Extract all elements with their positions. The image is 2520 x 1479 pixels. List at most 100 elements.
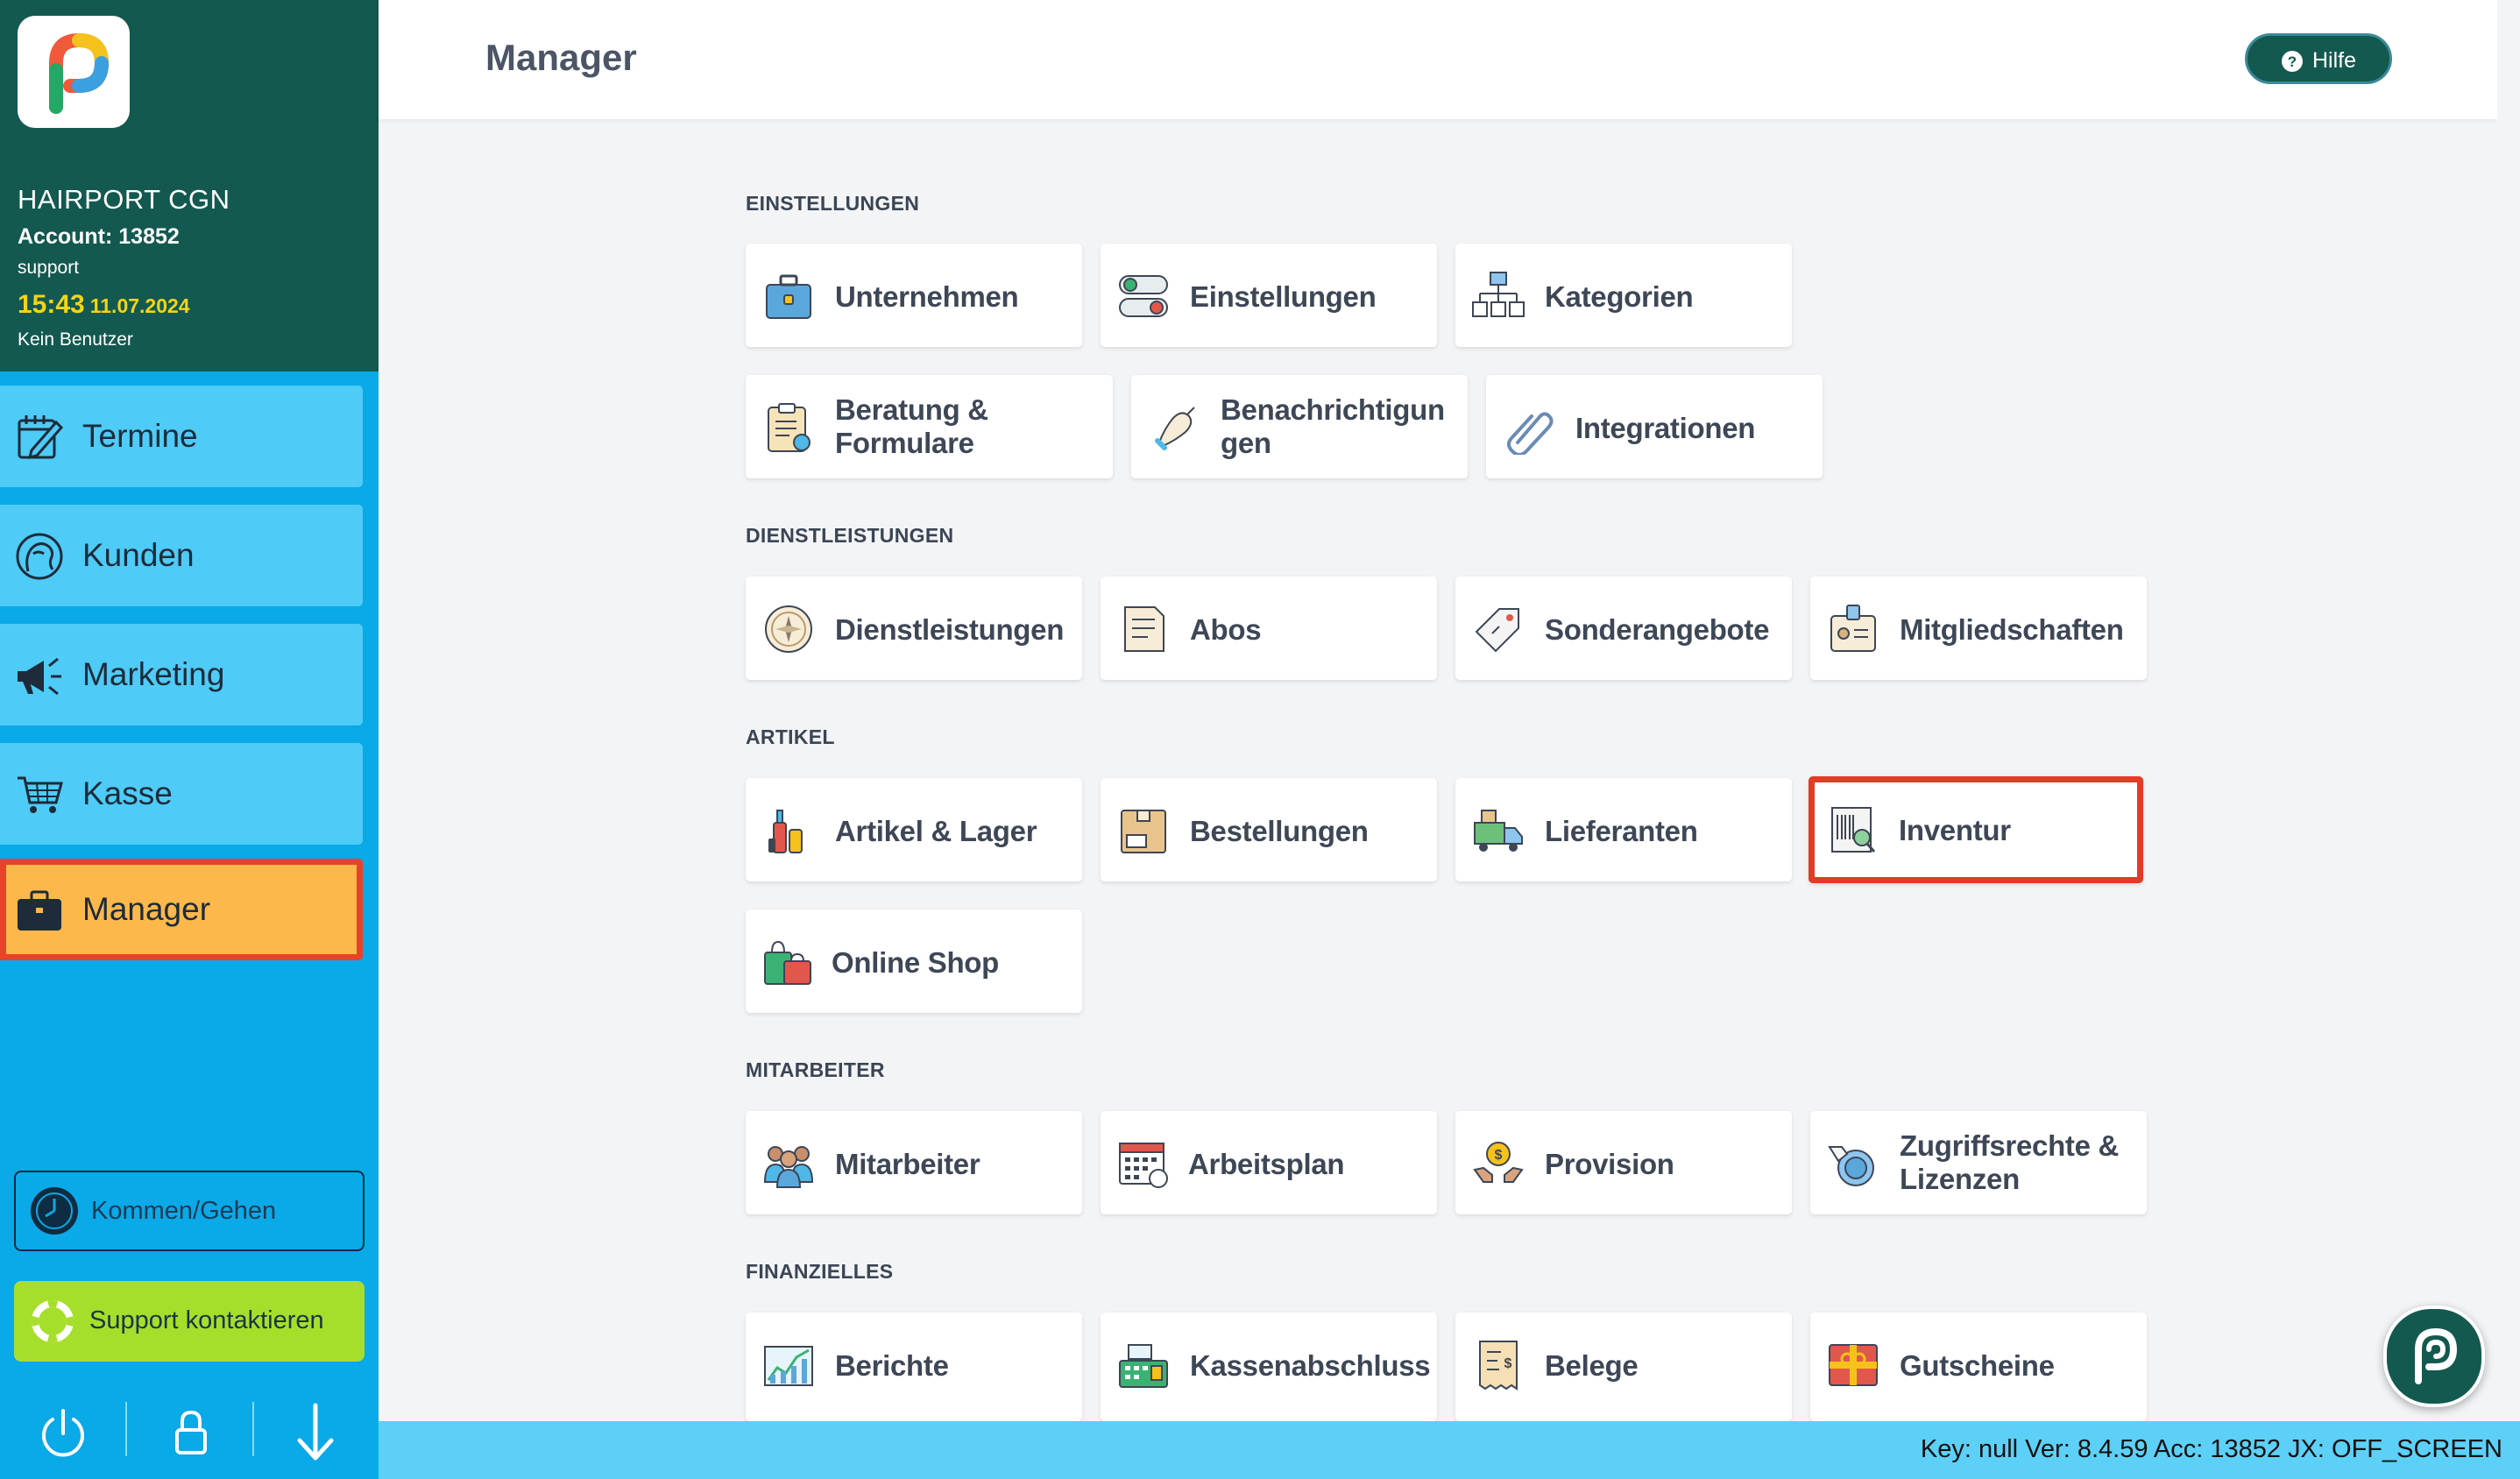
- help-label: Hilfe: [2312, 48, 2357, 73]
- nav-item-manager[interactable]: Manager: [0, 859, 363, 960]
- section-title-artikel: ARTIKEL: [746, 725, 835, 748]
- tile-kategorien[interactable]: Kategorien: [1455, 244, 1792, 347]
- tile-unternehmen[interactable]: Unternehmen: [746, 244, 1082, 347]
- team-people-icon: [763, 1146, 814, 1188]
- page-title: Manager: [485, 37, 637, 78]
- sidebar: HAIRPORT CGN Account: 13852 support 15:4…: [0, 0, 379, 1479]
- tile-bestellungen[interactable]: Bestellungen: [1101, 778, 1437, 881]
- tile-label: Berichte: [835, 1349, 949, 1382]
- tile-label: Unternehmen: [835, 280, 1019, 313]
- calendar-edit-icon: [18, 415, 64, 460]
- tile-belege[interactable]: $ Belege: [1455, 1313, 1792, 1421]
- tile-beratung-formulare[interactable]: Beratung & Formulare: [746, 375, 1113, 478]
- tile-label: Mitgliedschaften: [1900, 613, 2124, 646]
- svg-text:?: ?: [2288, 53, 2297, 70]
- tile-label: Beratung & Formulare: [835, 393, 988, 459]
- tile-label: Integrationen: [1575, 412, 1756, 444]
- access-badge-icon: [1828, 1146, 1874, 1186]
- nav-label: Termine: [82, 418, 198, 454]
- clock-time: 15:43: [18, 290, 85, 319]
- tile-label: Inventur: [1899, 814, 2011, 846]
- barcode-search-icon: [1831, 807, 1876, 853]
- section-title-einstellungen: EINSTELLUNGEN: [746, 192, 920, 215]
- tile-inventur[interactable]: Inventur: [1809, 776, 2143, 883]
- nav-item-termine[interactable]: Termine: [0, 386, 363, 487]
- shopping-cart-icon: [18, 776, 63, 813]
- briefcase-icon: [18, 890, 61, 931]
- tile-kassenabschluss[interactable]: Kassenabschluss: [1101, 1313, 1437, 1421]
- clock-in-out-button[interactable]: Kommen/Gehen: [14, 1171, 365, 1251]
- business-case-icon: [766, 274, 811, 319]
- tile-label: Belege: [1545, 1349, 1639, 1382]
- tile-artikel-lager[interactable]: Artikel & Lager: [746, 778, 1082, 881]
- coin-hands-icon: $: [1473, 1142, 1524, 1183]
- megaphone-icon: [18, 657, 61, 696]
- section-title-mitarbeiter: MITARBEITER: [746, 1058, 885, 1081]
- lifebuoy-icon: [32, 1300, 74, 1342]
- customer-head-icon: [16, 533, 63, 580]
- tile-arbeitsplan[interactable]: Arbeitsplan: [1101, 1111, 1437, 1214]
- support-contact-button[interactable]: Support kontaktieren: [14, 1281, 365, 1362]
- nav-item-kunden[interactable]: Kunden: [0, 505, 363, 606]
- tile-mitarbeiter[interactable]: Mitarbeiter: [746, 1111, 1082, 1214]
- tile-zugriffsrechte-lizenzen[interactable]: Zugriffsrechte & Lizenzen: [1810, 1111, 2147, 1214]
- toggle-switches-icon: [1119, 275, 1168, 317]
- tile-abos[interactable]: Abos: [1101, 577, 1437, 680]
- minimize-button[interactable]: [272, 1398, 359, 1465]
- question-circle-icon: ?: [2282, 51, 2303, 72]
- account-number: Account: 13852: [18, 224, 180, 249]
- tile-label: Gutscheine: [1900, 1349, 2055, 1382]
- clock-date: 11.07.2024: [89, 294, 190, 317]
- tile-online-shop[interactable]: Online Shop: [746, 909, 1082, 1013]
- bell-notification-icon: [1155, 407, 1195, 450]
- gift-voucher-icon: [1829, 1344, 1878, 1386]
- tile-sonderangebote[interactable]: Sonderangebote: [1455, 577, 1792, 680]
- tile-label: Arbeitsplan: [1188, 1148, 1345, 1180]
- nav-label: Manager: [82, 891, 211, 927]
- package-box-icon: [1121, 810, 1166, 853]
- top-bar: Manager: [379, 0, 2497, 119]
- help-button[interactable]: ? Hilfe: [2245, 33, 2392, 84]
- document-list-icon: [1124, 606, 1164, 652]
- tile-mitgliedschaften[interactable]: Mitgliedschaften: [1810, 577, 2147, 680]
- nav-label: Kasse: [82, 775, 173, 811]
- section-title-dienstleistungen: DIENSTLEISTUNGEN: [746, 524, 954, 547]
- support-contact-label: Support kontaktieren: [89, 1306, 324, 1334]
- tile-gutscheine[interactable]: Gutscheine: [1810, 1313, 2147, 1421]
- app-logo: [18, 16, 130, 128]
- tile-label: Kategorien: [1545, 280, 1694, 313]
- delivery-truck-icon: [1474, 810, 1523, 852]
- section-title-finanzielles: FINANZIELLES: [746, 1260, 894, 1283]
- tile-berichte[interactable]: Berichte: [746, 1313, 1082, 1421]
- power-button[interactable]: [19, 1398, 107, 1465]
- tile-label: Bestellungen: [1190, 815, 1369, 847]
- tile-benachrichtigungen[interactable]: Benachrichtigungen: [1131, 375, 1468, 478]
- lock-button[interactable]: [147, 1398, 235, 1465]
- chart-report-icon: [764, 1346, 813, 1386]
- nav-item-marketing[interactable]: Marketing: [0, 624, 363, 725]
- tile-label: Kassenabschluss: [1190, 1349, 1431, 1382]
- tile-label: Dienstleistungen: [835, 613, 1065, 646]
- app-logo-icon: [2415, 1328, 2458, 1384]
- schedule-calendar-icon: [1119, 1143, 1168, 1188]
- assistant-fab-button[interactable]: [2383, 1306, 2485, 1407]
- tile-lieferanten[interactable]: Lieferanten: [1455, 778, 1792, 881]
- tile-einstellungen[interactable]: Einstellungen: [1101, 244, 1437, 347]
- logged-user: support: [18, 258, 80, 278]
- tile-integrationen[interactable]: Integrationen: [1486, 375, 1823, 478]
- tile-label: Lieferanten: [1545, 815, 1698, 847]
- tile-provision[interactable]: $ Provision: [1455, 1111, 1792, 1214]
- scrollbar-track[interactable]: [2497, 0, 2520, 1421]
- tile-label: Online Shop: [832, 946, 1000, 979]
- bottom-separator: [125, 1402, 127, 1456]
- lock-icon: [175, 1410, 207, 1454]
- tile-label: Sonderangebote: [1545, 613, 1770, 646]
- clock-in-out-label: Kommen/Gehen: [91, 1197, 277, 1225]
- tile-label: Mitarbeiter: [835, 1148, 980, 1180]
- cosmetics-bottles-icon: [768, 810, 803, 853]
- shopping-bags-icon: [764, 940, 811, 985]
- svg-text:$: $: [1504, 1356, 1512, 1371]
- nav-item-kasse[interactable]: Kasse: [0, 743, 363, 845]
- tile-dienstleistungen[interactable]: Dienstleistungen: [746, 577, 1082, 680]
- company-name: HAIRPORT CGN: [18, 184, 230, 215]
